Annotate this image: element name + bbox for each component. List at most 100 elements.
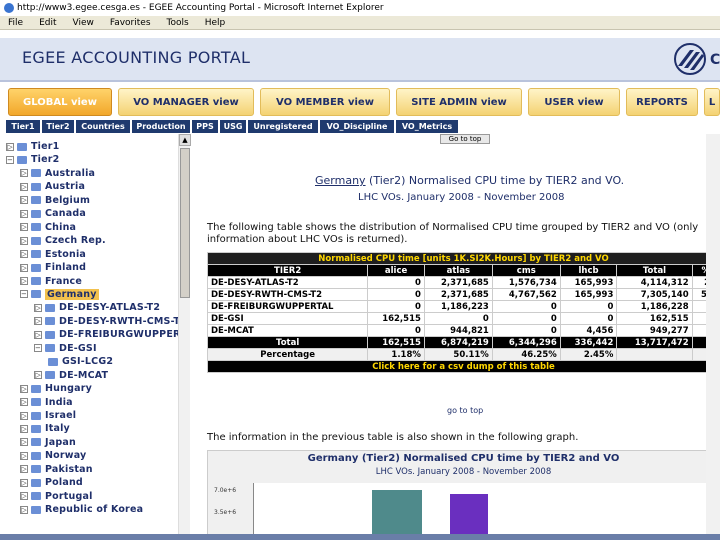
expand-icon[interactable]: ▷ — [20, 250, 28, 259]
table-cell: 949,277 — [616, 324, 693, 337]
heading-text: (Tier2) Normalised CPU time by TIER2 and… — [365, 174, 625, 187]
tree-item[interactable]: ▷ Czech Rep. — [20, 234, 106, 247]
subtab-countries[interactable]: Countries — [76, 120, 130, 133]
table-cell: DE-DESY-RWTH-CMS-T2 — [206, 288, 369, 301]
subtab-pps[interactable]: PPS — [192, 120, 218, 133]
expand-icon[interactable]: ▷ — [34, 317, 42, 326]
tab-global-view[interactable]: GLOBAL view — [8, 88, 112, 116]
tree-item[interactable]: ▷ Canada — [20, 207, 86, 220]
tree-item[interactable]: − DE-GSI — [34, 342, 97, 355]
expand-icon[interactable]: ▷ — [20, 492, 28, 501]
expand-icon[interactable]: ▷ — [20, 182, 28, 191]
expand-icon[interactable]: ▷ — [34, 303, 42, 312]
subtab-vo-metrics[interactable]: VO_Metrics — [396, 120, 458, 133]
collapse-icon[interactable]: − — [6, 155, 14, 164]
tree-item-label: Hungary — [45, 383, 92, 395]
tree-item[interactable]: ▷ Finland — [20, 261, 86, 274]
subtab-vo-discipline[interactable]: VO_Discipline — [320, 120, 394, 133]
tree-item[interactable]: ▷ Norway — [20, 449, 86, 462]
folder-icon — [31, 398, 41, 407]
browser-title: http://www3.egee.cesga.es - EGEE Account… — [17, 3, 384, 13]
table-row: DE-DESY-ATLAS-T2 0 2,371,685 1,576,734 165,9… — [206, 276, 720, 289]
tree-item[interactable]: ▷ DE-MCAT — [34, 369, 108, 382]
tree-item[interactable]: ▷ Japan — [20, 436, 76, 449]
menu-file[interactable]: File — [0, 18, 31, 28]
folder-icon — [45, 317, 55, 326]
csv-dump-link[interactable]: Click here for a csv dump of this table — [207, 360, 720, 373]
tree-item[interactable]: ▷ France — [20, 275, 82, 288]
tree-item[interactable]: − Germany — [20, 288, 99, 301]
expand-icon[interactable]: ▷ — [20, 263, 28, 272]
tab-vo-manager-view[interactable]: VO MANAGER view — [118, 88, 254, 116]
expand-icon[interactable]: ▷ — [20, 451, 28, 460]
expand-icon[interactable]: ▷ — [20, 398, 28, 407]
expand-icon[interactable]: ▷ — [6, 142, 14, 151]
expand-icon[interactable]: ▷ — [20, 505, 28, 514]
tree-item[interactable]: ▷ Israel — [20, 409, 76, 422]
menu-favorites[interactable]: Favorites — [102, 18, 159, 28]
expand-icon[interactable]: ▷ — [20, 209, 28, 218]
tree-item[interactable]: ▷ Pakistan — [20, 463, 93, 476]
menu-help[interactable]: Help — [197, 18, 234, 28]
expand-icon[interactable]: ▷ — [20, 424, 28, 433]
tree-item[interactable]: ▷ Belgium — [20, 194, 90, 207]
expand-icon[interactable]: ▷ — [34, 330, 42, 339]
tree-item[interactable]: ▷ Tier1 — [6, 140, 59, 153]
tree-item[interactable]: ▷ Italy — [20, 422, 70, 435]
heading-country-link[interactable]: Germany — [315, 174, 366, 187]
collapse-icon[interactable]: − — [34, 344, 42, 353]
expand-icon[interactable]: ▷ — [20, 478, 28, 487]
go-to-top-button[interactable]: Go to top — [440, 134, 490, 144]
expand-icon[interactable]: ▷ — [20, 236, 28, 245]
tab-site-admin-view[interactable]: SITE ADMIN view — [396, 88, 522, 116]
expand-icon[interactable]: ▷ — [20, 465, 28, 474]
collapse-icon[interactable]: − — [20, 290, 28, 299]
subtab-tier1[interactable]: Tier1 — [6, 120, 40, 133]
expand-icon[interactable]: ▷ — [20, 277, 28, 285]
tab-more[interactable]: L — [704, 88, 720, 116]
expand-icon[interactable]: ▷ — [34, 371, 42, 380]
expand-icon[interactable]: ▷ — [20, 438, 28, 447]
table-cell: 0 — [367, 288, 425, 301]
tree-item[interactable]: ▷ Estonia — [20, 248, 86, 261]
menu-edit[interactable]: Edit — [31, 18, 64, 28]
content-scrollbar[interactable] — [706, 134, 720, 540]
tree-item[interactable]: ▷ DE-DESY-RWTH-CMS-T — [34, 315, 180, 328]
expand-icon[interactable]: ▷ — [20, 196, 28, 205]
tab-user-view[interactable]: USER view — [528, 88, 620, 116]
tree-item[interactable]: ▷ Austria — [20, 180, 85, 193]
subtab-unregistered[interactable]: Unregistered — [248, 120, 318, 133]
tree-item[interactable]: ▷ Poland — [20, 476, 83, 489]
tree-item[interactable]: ▷ Portugal — [20, 490, 93, 503]
subtab-usg[interactable]: USG — [220, 120, 246, 133]
menu-view[interactable]: View — [65, 18, 102, 28]
tree-item[interactable]: ▷ DE-FREIBURGWUPPERT — [34, 328, 187, 341]
tree-item-label: Republic of Korea — [45, 504, 144, 516]
folder-icon — [17, 155, 27, 164]
scroll-up-icon[interactable]: ▲ — [179, 134, 191, 146]
tree-item[interactable]: ▷ India — [20, 396, 73, 409]
expand-icon[interactable]: ▷ — [20, 384, 28, 393]
tree-item[interactable]: ▷ Hungary — [20, 382, 92, 395]
tree-item[interactable]: − Tier2 — [6, 153, 59, 166]
go-to-top-link[interactable]: go to top — [447, 406, 483, 415]
table-row: Total 162,515 6,874,219 6,344,296 336,442 13,… — [206, 336, 720, 349]
sidebar-scrollbar[interactable]: ▲ — [178, 134, 191, 540]
scroll-thumb[interactable] — [180, 148, 190, 298]
table-cell: 0 — [367, 300, 425, 313]
expand-icon[interactable]: ▷ — [20, 411, 28, 420]
subtab-production[interactable]: Production — [132, 120, 190, 133]
tree-item[interactable]: ▷ DE-DESY-ATLAS-T2 — [34, 301, 160, 314]
tree-item[interactable]: ▷ Australia — [20, 167, 95, 180]
subtab-tier2[interactable]: Tier2 — [42, 120, 74, 133]
expand-icon[interactable]: ▷ — [20, 169, 28, 178]
tree-item[interactable]: ▷ Republic of Korea — [20, 503, 143, 516]
menu-tools[interactable]: Tools — [159, 18, 197, 28]
expand-icon[interactable]: ▷ — [20, 223, 28, 232]
tab-vo-member-view[interactable]: VO MEMBER view — [260, 88, 390, 116]
tree-item[interactable]: GSI-LCG2 — [48, 355, 113, 368]
table-cell: DE-MCAT — [206, 324, 369, 337]
tab-reports[interactable]: REPORTS — [626, 88, 698, 116]
table-row: DE-MCAT0944,82104,456949,2776. — [206, 324, 720, 337]
tree-item[interactable]: ▷ China — [20, 221, 76, 234]
